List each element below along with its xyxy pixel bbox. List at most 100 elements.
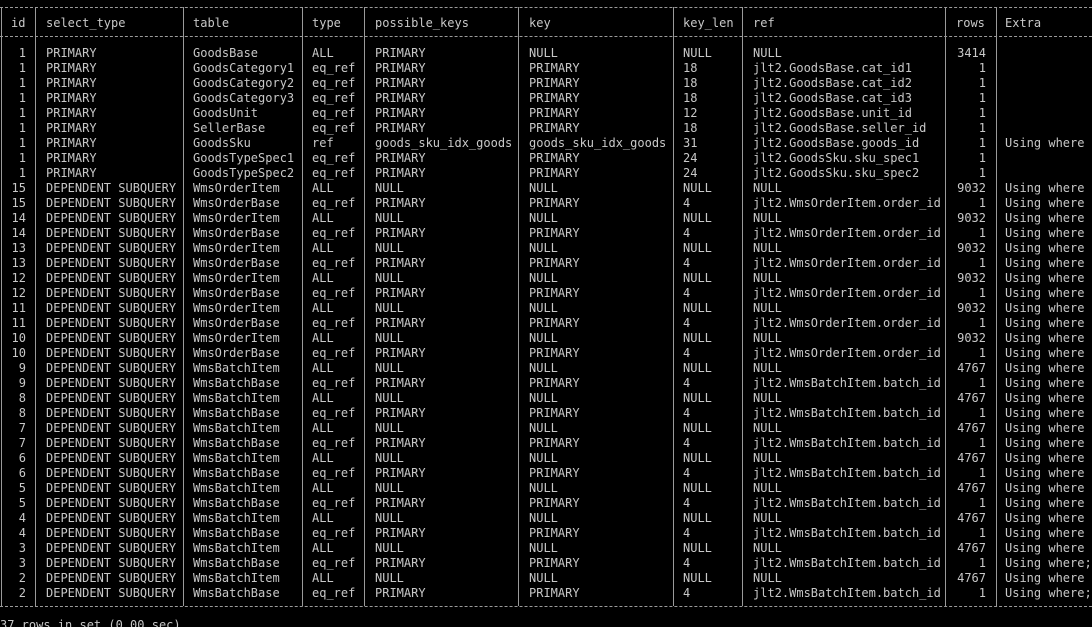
cell-rows: 1: [978, 226, 986, 240]
cell-key: NULL: [529, 331, 558, 345]
cell-key-len: NULL: [683, 481, 712, 495]
cell-key: PRIMARY: [529, 76, 580, 90]
cell-id: 12: [11, 286, 26, 300]
cell-key-len: NULL: [683, 331, 712, 345]
cell-extra: Using where: [1005, 511, 1085, 525]
cell-possible-keys: NULL: [375, 571, 404, 585]
cell-id: 1: [18, 121, 26, 135]
header-key: key: [529, 16, 551, 30]
cell-key: NULL: [529, 421, 558, 435]
cell-id: 1: [18, 151, 26, 165]
cell-table: GoodsCategory2: [193, 76, 295, 90]
cell-possible-keys: PRIMARY: [375, 196, 426, 210]
cell-key: PRIMARY: [529, 406, 580, 420]
header-id: id: [11, 16, 26, 30]
cell-key-len: NULL: [683, 211, 712, 225]
cell-ref: NULL: [753, 271, 782, 285]
cell-type: eq_ref: [312, 76, 356, 90]
cell-ref: jlt2.WmsBatchItem.batch_id: [753, 436, 941, 450]
cell-ref: jlt2.WmsBatchItem.batch_id: [753, 466, 941, 480]
cell-ref: jlt2.WmsBatchItem.batch_id: [753, 376, 941, 390]
cell-select-type: DEPENDENT SUBQUERY: [46, 361, 177, 375]
cell-key-len: 18: [683, 76, 698, 90]
cell-possible-keys: NULL: [375, 541, 404, 555]
cell-select-type: DEPENDENT SUBQUERY: [46, 346, 177, 360]
cell-ref: jlt2.WmsBatchItem.batch_id: [753, 496, 941, 510]
cell-table: WmsBatchBase: [193, 436, 280, 450]
table-row: 15 DEPENDENT SUBQUERY WmsOrderBase eq_ref PR…: [0, 196, 1092, 211]
cell-extra: Using where: [1005, 196, 1085, 210]
cell-rows: 4767: [957, 421, 986, 435]
cell-key-len: 31: [683, 136, 698, 150]
cell-extra: Using where: [1005, 271, 1085, 285]
cell-rows: 1: [978, 376, 986, 390]
cell-select-type: DEPENDENT SUBQUERY: [46, 271, 177, 285]
cell-type: eq_ref: [312, 466, 356, 480]
cell-type: eq_ref: [312, 256, 356, 270]
cell-select-type: DEPENDENT SUBQUERY: [46, 586, 177, 600]
table-row: 8 DEPENDENT SUBQUERY WmsBatchItem ALL NULL NU…: [0, 391, 1092, 406]
cell-table: GoodsCategory3: [193, 91, 295, 105]
cell-type: eq_ref: [312, 406, 356, 420]
table-border-top: [0, 7, 1092, 8]
cell-rows: 1: [978, 196, 986, 210]
cell-table: WmsOrderItem: [193, 331, 280, 345]
cell-table: GoodsCategory1: [193, 61, 295, 75]
cell-id: 9: [18, 361, 26, 375]
cell-id: 14: [11, 226, 26, 240]
cell-type: ALL: [312, 421, 334, 435]
cell-rows: 9032: [957, 211, 986, 225]
cell-select-type: PRIMARY: [46, 121, 97, 135]
cell-select-type: DEPENDENT SUBQUERY: [46, 391, 177, 405]
cell-id: 6: [18, 451, 26, 465]
cell-extra: Using where: [1005, 181, 1085, 195]
cell-ref: jlt2.WmsOrderItem.order_id: [753, 256, 941, 270]
cell-type: eq_ref: [312, 121, 356, 135]
cell-rows: 1: [978, 76, 986, 90]
cell-extra: Using where: [1005, 346, 1085, 360]
cell-extra: Using where;: [1005, 556, 1092, 570]
cell-key: NULL: [529, 211, 558, 225]
cell-possible-keys: PRIMARY: [375, 151, 426, 165]
cell-possible-keys: PRIMARY: [375, 496, 426, 510]
cell-rows: 9032: [957, 271, 986, 285]
cell-id: 11: [11, 301, 26, 315]
header-rows: rows: [956, 16, 985, 30]
cell-key: NULL: [529, 511, 558, 525]
cell-key: PRIMARY: [529, 151, 580, 165]
cell-key-len: 4: [683, 466, 691, 480]
cell-rows: 1: [978, 61, 986, 75]
table-row: 10 DEPENDENT SUBQUERY WmsOrderBase eq_ref PR…: [0, 346, 1092, 361]
cell-rows: 1: [978, 106, 986, 120]
table-row: 1 PRIMARY GoodsCategory1 eq_ref PRIMARY PRIMA…: [0, 61, 1092, 76]
cell-table: WmsBatchBase: [193, 406, 280, 420]
cell-table: WmsOrderItem: [193, 211, 280, 225]
cell-extra: Using where: [1005, 496, 1085, 510]
cell-ref: NULL: [753, 181, 782, 195]
cell-type: eq_ref: [312, 196, 356, 210]
cell-table: GoodsTypeSpec1: [193, 151, 295, 165]
cell-possible-keys: NULL: [375, 211, 404, 225]
cell-select-type: DEPENDENT SUBQUERY: [46, 286, 177, 300]
cell-type: ALL: [312, 571, 334, 585]
cell-possible-keys: PRIMARY: [375, 316, 426, 330]
cell-possible-keys: NULL: [375, 481, 404, 495]
cell-id: 8: [18, 406, 26, 420]
cell-possible-keys: NULL: [375, 391, 404, 405]
cell-key-len: NULL: [683, 181, 712, 195]
cell-table: SellerBase: [193, 121, 266, 135]
cell-type: ALL: [312, 331, 334, 345]
cell-select-type: PRIMARY: [46, 46, 97, 60]
table-row: 2 DEPENDENT SUBQUERY WmsBatchBase eq_ref PRI…: [0, 586, 1092, 601]
cell-key: PRIMARY: [529, 226, 580, 240]
cell-rows: 1: [978, 91, 986, 105]
cell-id: 15: [11, 181, 26, 195]
cell-key-len: 4: [683, 316, 691, 330]
cell-key: NULL: [529, 301, 558, 315]
cell-table: WmsBatchItem: [193, 571, 280, 585]
cell-id: 2: [18, 571, 26, 585]
cell-key: PRIMARY: [529, 586, 580, 600]
cell-key-len: NULL: [683, 241, 712, 255]
cell-rows: 4767: [957, 481, 986, 495]
cell-key-len: 18: [683, 121, 698, 135]
